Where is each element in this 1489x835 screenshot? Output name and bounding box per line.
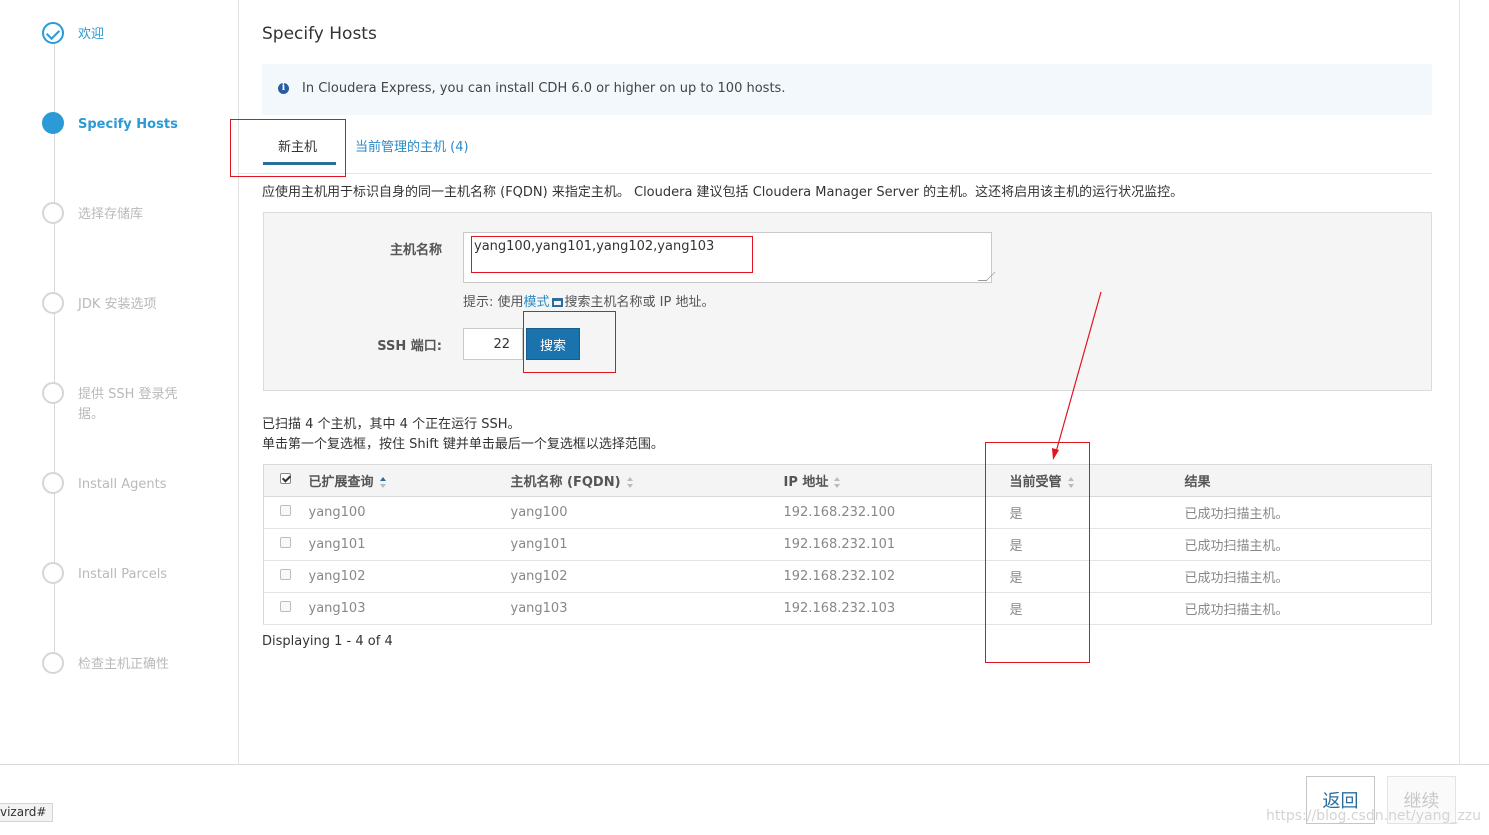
- scan-summary: 已扫描 4 个主机，其中 4 个正在运行 SSH。: [262, 417, 521, 432]
- col-ip[interactable]: IP 地址: [783, 464, 1010, 497]
- cell-result: 已成功扫描主机。: [1184, 560, 1432, 593]
- row-checkbox[interactable]: [280, 537, 291, 548]
- window-icon[interactable]: [551, 298, 563, 307]
- tab-divider: [236, 173, 1432, 174]
- pattern-link[interactable]: 模式: [524, 295, 550, 310]
- step-label: 提供 SSH 登录凭据。: [78, 387, 178, 422]
- info-alert: i In Cloudera Express, you can install C…: [262, 64, 1432, 115]
- column-label: 主机名称 (FQDN): [510, 475, 621, 490]
- row-select-cell[interactable]: [263, 560, 309, 593]
- row-select-cell[interactable]: [263, 592, 309, 625]
- hostname-input[interactable]: yang100,yang101,yang102,yang103: [463, 232, 992, 283]
- cell-managed: 是: [1009, 592, 1185, 625]
- row-select-cell[interactable]: [263, 496, 309, 529]
- column-label: 当前受管: [1009, 475, 1062, 490]
- cell-fqdn: yang100: [510, 496, 784, 529]
- info-text: In Cloudera Express, you can install CDH…: [302, 81, 786, 96]
- wizard-sidebar: 欢迎 Specify Hosts 选择存储库 JDK 安装选项 提供 SSH 登…: [18, 0, 239, 765]
- hostname-hint: 提示: 使用模式 搜索主机名称或 IP 地址。: [463, 291, 714, 310]
- col-fqdn[interactable]: 主机名称 (FQDN): [510, 464, 784, 497]
- hint-prefix: 提示: 使用: [463, 295, 524, 310]
- cell-managed: 是: [1009, 560, 1185, 593]
- cell-fqdn: yang103: [510, 592, 784, 625]
- select-all-cell[interactable]: [263, 464, 309, 497]
- table-row: yang101 yang101 192.168.232.101 是 已成功扫描主…: [263, 528, 1432, 561]
- cell-ip: 192.168.232.102: [783, 560, 1010, 593]
- step-pending-icon: [42, 292, 64, 314]
- cell-ip: 192.168.232.103: [783, 592, 1010, 625]
- step-pending-icon: [42, 652, 64, 674]
- step-label: JDK 安装选项: [78, 297, 157, 312]
- sort-asc-icon[interactable]: [379, 476, 387, 489]
- cell-fqdn: yang102: [510, 560, 784, 593]
- column-label: 已扩展查询: [308, 475, 374, 490]
- table-header-row: 已扩展查询 主机名称 (FQDN) IP 地址 当前受管 结果: [263, 464, 1432, 497]
- step-pending-icon: [42, 472, 64, 494]
- ssh-port-input[interactable]: [463, 328, 523, 360]
- cell-query: yang101: [308, 528, 511, 561]
- step-pending-icon: [42, 202, 64, 224]
- active-tab-indicator: [263, 162, 336, 165]
- col-managed[interactable]: 当前受管: [1009, 464, 1185, 497]
- hostname-label: 主机名称: [389, 243, 442, 258]
- sort-icon[interactable]: [626, 476, 634, 489]
- table-row: yang102 yang102 192.168.232.102 是 已成功扫描主…: [263, 560, 1432, 593]
- browser-status-url: vizard#: [0, 803, 54, 822]
- cell-result: 已成功扫描主机。: [1184, 496, 1432, 529]
- table-row: yang100 yang100 192.168.232.100 是 已成功扫描主…: [263, 496, 1432, 529]
- info-icon: i: [278, 83, 289, 94]
- cell-result: 已成功扫描主机。: [1184, 528, 1432, 561]
- table-row: yang103 yang103 192.168.232.103 是 已成功扫描主…: [263, 592, 1432, 625]
- cell-result: 已成功扫描主机。: [1184, 592, 1432, 625]
- step-active-icon: [42, 112, 64, 134]
- row-checkbox[interactable]: [280, 505, 291, 516]
- ssh-port-label: SSH 端口:: [377, 339, 442, 354]
- col-expanded-query[interactable]: 已扩展查询: [308, 464, 511, 497]
- cell-ip: 192.168.232.101: [783, 528, 1010, 561]
- row-checkbox[interactable]: [280, 569, 291, 580]
- hint-suffix: 搜索主机名称或 IP 地址。: [564, 295, 715, 310]
- column-label: 结果: [1184, 475, 1211, 490]
- col-result: 结果: [1184, 464, 1432, 497]
- cell-query: yang103: [308, 592, 511, 625]
- footer-divider: [0, 764, 1489, 765]
- cell-query: yang100: [308, 496, 511, 529]
- step-done-icon: [42, 22, 64, 44]
- hosts-table: 已扩展查询 主机名称 (FQDN) IP 地址 当前受管 结果 yang100 …: [263, 464, 1432, 625]
- column-label: IP 地址: [783, 475, 829, 490]
- watermark: https://blog.csdn.net/yang_zzu: [1266, 808, 1481, 824]
- cell-ip: 192.168.232.100: [783, 496, 1010, 529]
- row-checkbox[interactable]: [280, 601, 291, 612]
- description-text: 应使用主机用于标识自身的同一主机名称 (FQDN) 来指定主机。 Clouder…: [262, 185, 1184, 200]
- pagination-summary: Displaying 1 - 4 of 4: [262, 634, 393, 649]
- step-pending-icon: [42, 562, 64, 584]
- row-select-cell[interactable]: [263, 528, 309, 561]
- sort-icon[interactable]: [1067, 476, 1075, 489]
- page-title: Specify Hosts: [262, 24, 377, 44]
- step-label: 欢迎: [78, 27, 105, 42]
- cell-managed: 是: [1009, 528, 1185, 561]
- cell-query: yang102: [308, 560, 511, 593]
- step-label: Install Parcels: [78, 567, 168, 582]
- step-label: 检查主机正确性: [78, 657, 170, 672]
- search-button[interactable]: 搜索: [526, 328, 580, 360]
- step-label: Specify Hosts: [78, 117, 178, 132]
- sort-icon[interactable]: [834, 476, 841, 489]
- select-all-checkbox[interactable]: [280, 473, 291, 484]
- cell-managed: 是: [1009, 496, 1185, 529]
- tab-new-hosts[interactable]: 新主机: [278, 136, 317, 155]
- tab-managed-hosts[interactable]: 当前管理的主机 (4): [355, 136, 469, 155]
- step-label: Install Agents: [78, 477, 167, 492]
- step-pending-icon: [42, 382, 64, 404]
- step-label: 选择存储库: [78, 207, 144, 222]
- selection-hint: 单击第一个复选框，按住 Shift 键并单击最后一个复选框以选择范围。: [262, 437, 664, 452]
- cell-fqdn: yang101: [510, 528, 784, 561]
